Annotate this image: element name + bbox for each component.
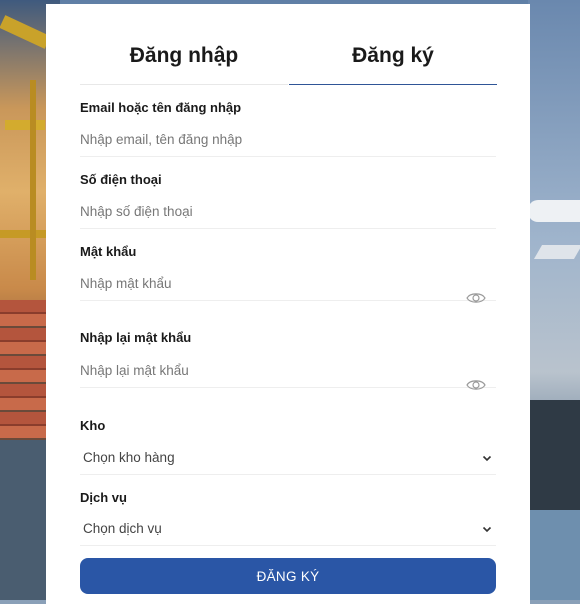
eye-icon[interactable] <box>464 286 488 310</box>
eye-icon[interactable] <box>464 373 488 397</box>
tab-divider <box>80 84 288 85</box>
auth-card: Đăng nhập Đăng ký Email hoặc tên đăng nh… <box>46 4 530 604</box>
auth-tabs: Đăng nhập Đăng ký <box>80 4 497 89</box>
confirm-password-label: Nhập lại mật khẩu <box>80 330 192 345</box>
email-label: Email hoặc tên đăng nhập <box>80 100 242 115</box>
phone-label: Số điện thoại <box>80 172 162 187</box>
tab-login[interactable]: Đăng nhập <box>80 44 288 68</box>
tab-register[interactable]: Đăng ký <box>289 44 497 68</box>
phone-field[interactable]: Nhập số điện thoại <box>80 198 496 229</box>
warehouse-label: Kho <box>80 418 106 433</box>
password-placeholder: Nhập mật khẩu <box>80 276 172 291</box>
chevron-down-icon <box>482 526 492 533</box>
email-field[interactable]: Nhập email, tên đăng nhập <box>80 126 496 157</box>
warehouse-selected: Chọn kho hàng <box>83 450 175 465</box>
confirm-password-field[interactable]: Nhập lại mật khẩu <box>80 357 496 388</box>
password-field[interactable]: Nhập mật khẩu <box>80 270 496 301</box>
chevron-down-icon <box>482 455 492 462</box>
email-placeholder: Nhập email, tên đăng nhập <box>80 132 243 147</box>
warehouse-select[interactable]: Chọn kho hàng <box>80 444 496 475</box>
service-label: Dịch vụ <box>80 490 127 505</box>
confirm-password-placeholder: Nhập lại mật khẩu <box>80 363 189 378</box>
active-tab-indicator <box>289 84 497 85</box>
service-selected: Chọn dịch vụ <box>83 521 162 536</box>
service-select[interactable]: Chọn dịch vụ <box>80 515 496 546</box>
register-button[interactable]: ĐĂNG KÝ <box>80 558 496 594</box>
phone-placeholder: Nhập số điện thoại <box>80 204 193 219</box>
password-label: Mật khẩu <box>80 244 137 259</box>
